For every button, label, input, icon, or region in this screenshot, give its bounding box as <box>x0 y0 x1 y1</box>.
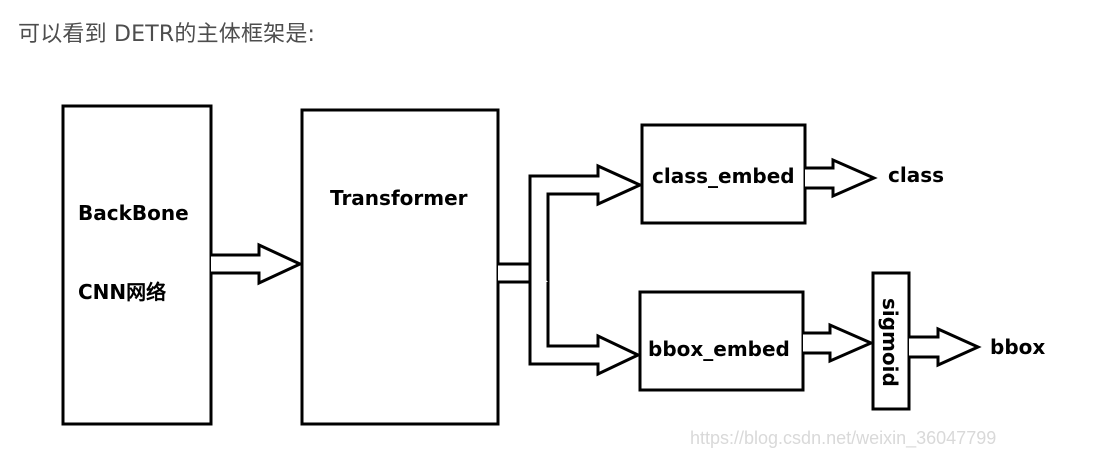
backbone-box <box>61 104 213 426</box>
transformer-label: Transformer <box>330 186 468 210</box>
arrow-backbone-to-transformer <box>211 242 304 286</box>
bbox-output-label: bbox <box>990 335 1045 359</box>
arrow-transformer-to-class-embed <box>498 163 644 284</box>
transformer-box <box>300 108 500 426</box>
arrow-transformer-to-bbox-embed <box>528 264 642 377</box>
class-embed-label: class_embed <box>652 164 795 188</box>
backbone-cnn-label: CNN网络 <box>78 280 166 304</box>
bbox-embed-label: bbox_embed <box>648 337 790 361</box>
detr-architecture-diagram: BackBone CNN网络 Transformer class_embed b… <box>61 104 1045 426</box>
arrow-class-embed-to-class <box>805 157 878 199</box>
arrow-sigmoid-to-bbox <box>909 326 982 368</box>
class-output-label: class <box>888 163 944 187</box>
arrow-bbox-embed-to-sigmoid <box>803 322 875 364</box>
sigmoid-label: sigmoid <box>878 298 902 387</box>
backbone-label: BackBone <box>78 201 189 225</box>
